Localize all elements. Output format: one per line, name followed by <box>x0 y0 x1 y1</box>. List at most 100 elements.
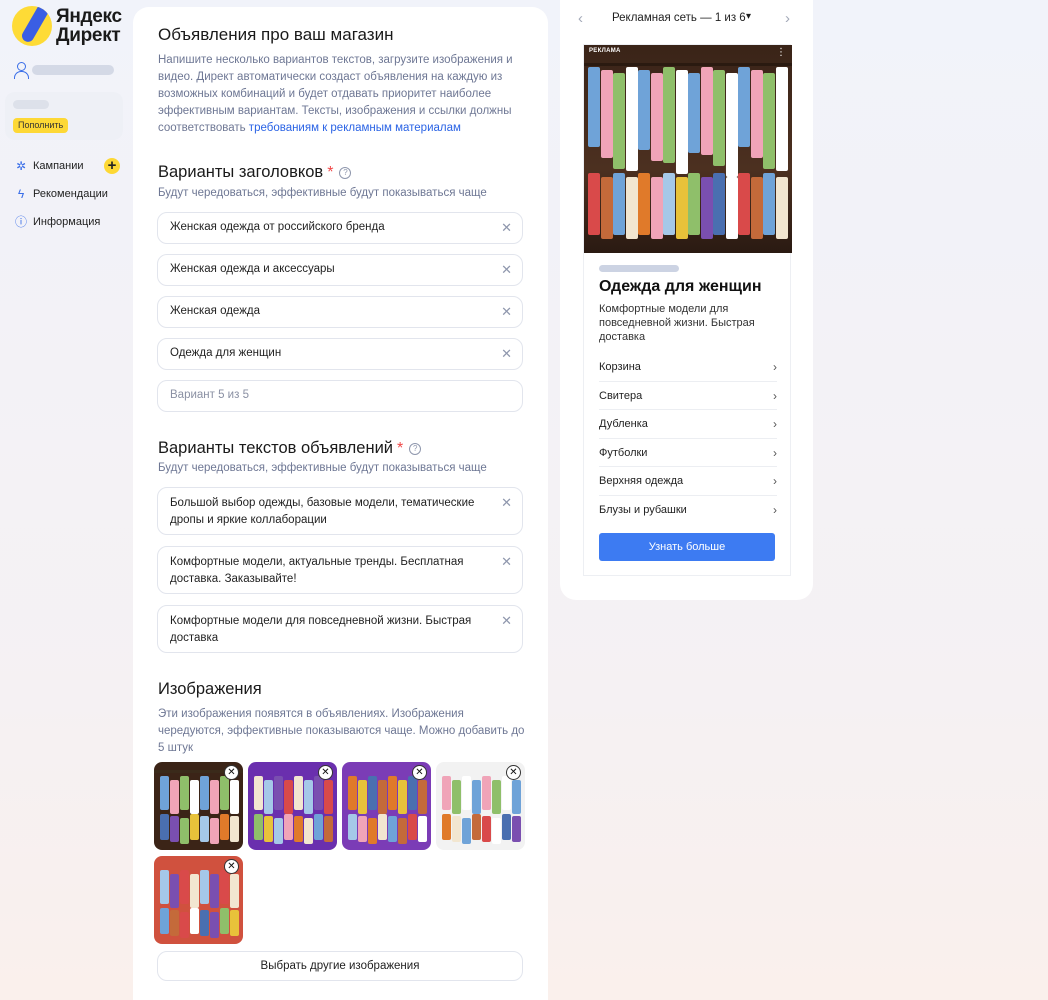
garment-shape <box>492 818 501 844</box>
garment-shape <box>738 67 750 147</box>
user-name-placeholder <box>32 65 114 75</box>
remove-image-icon[interactable]: ✕ <box>224 859 239 874</box>
garment-shape <box>220 776 229 810</box>
clear-icon[interactable]: ✕ <box>501 346 512 362</box>
sidebar-item-label: Рекомендации <box>33 188 108 200</box>
ad-form-card: Объявления про ваш магазин Напишите неск… <box>133 7 548 1000</box>
garment-shape <box>388 776 397 810</box>
ad-text-input-3[interactable]: Комфортные модели для повседневной жизни… <box>157 605 523 653</box>
ad-text-input-1[interactable]: Большой выбор одежды, базовые модели, те… <box>157 487 523 535</box>
requirements-link[interactable]: требованиям к рекламным материалам <box>249 122 461 134</box>
garment-shape <box>388 816 397 842</box>
sidebar-nav: ✲ Кампании + ϟ Рекомендации ⓘ Информация <box>14 152 126 236</box>
form-description: Напишите несколько вариантов текстов, за… <box>158 52 518 137</box>
pick-images-button[interactable]: Выбрать другие изображения <box>157 951 523 981</box>
help-icon[interactable]: ? <box>339 166 352 179</box>
images-subtitle: Эти изображения появятся в объявлениях. … <box>158 708 525 754</box>
garment-shape <box>180 776 189 810</box>
garment-shape <box>190 874 199 908</box>
learn-more-button[interactable]: Узнать больше <box>599 533 775 561</box>
garment-shape <box>160 908 169 934</box>
clear-icon[interactable]: ✕ <box>501 495 512 511</box>
image-thumb[interactable]: ✕ <box>154 762 243 850</box>
headline-input-3[interactable]: Женская одежда ✕ <box>157 296 523 328</box>
preview-format-title[interactable]: Рекламная сеть — 1 из 6 <box>612 12 746 24</box>
ad-text-value[interactable]: Большой выбор одежды, базовые модели, те… <box>170 495 490 529</box>
garment-shape <box>294 776 303 810</box>
garment-shape <box>625 67 638 171</box>
yandex-direct-logo[interactable]: Яндекс Директ <box>12 6 122 46</box>
topup-button[interactable]: Пополнить <box>13 118 69 133</box>
user-account[interactable] <box>14 62 114 79</box>
garment-shape <box>688 73 700 153</box>
clear-icon[interactable]: ✕ <box>501 554 512 570</box>
garment-shape <box>763 173 775 235</box>
add-campaign-button[interactable]: + <box>104 158 120 174</box>
garment-shape <box>220 814 229 840</box>
garment-shape <box>663 67 675 163</box>
headline-value[interactable]: Женская одежда от российского бренда <box>170 221 385 233</box>
garment-shape <box>502 814 511 840</box>
sitelink[interactable]: Корзина › <box>599 353 777 382</box>
sitelink[interactable]: Блузы и рубашки › <box>599 496 777 525</box>
images-title: Изображения <box>158 680 262 698</box>
help-icon[interactable]: ? <box>409 442 422 455</box>
image-thumb[interactable]: ✕ <box>154 856 243 944</box>
garment-shape <box>408 814 417 840</box>
sitelink-label: Свитера <box>599 389 643 402</box>
garment-shape <box>210 874 219 908</box>
headline-value[interactable]: Женская одежда <box>170 305 260 317</box>
sitelink[interactable]: Футболки › <box>599 439 777 468</box>
remove-image-icon[interactable]: ✕ <box>318 765 333 780</box>
remove-image-icon[interactable]: ✕ <box>412 765 427 780</box>
garment-shape <box>502 776 511 810</box>
preview-nav: ‹ Рекламная сеть — 1 из 6 ▾ › <box>560 10 813 28</box>
clear-icon[interactable]: ✕ <box>501 220 512 236</box>
garment-shape <box>254 814 263 840</box>
headline-input-1[interactable]: Женская одежда от российского бренда ✕ <box>157 212 523 244</box>
image-thumb[interactable]: ✕ <box>436 762 525 850</box>
texts-title: Варианты текстов объявлений * ? <box>158 439 422 458</box>
garment-shape <box>274 776 283 810</box>
clear-icon[interactable]: ✕ <box>501 304 512 320</box>
sitelink[interactable]: Верхняя одежда › <box>599 467 777 496</box>
headline-value[interactable]: Одежда для женщин <box>170 347 281 359</box>
sidebar-item-campaigns[interactable]: ✲ Кампании + <box>14 152 126 180</box>
more-icon[interactable]: ⋮ <box>776 47 786 58</box>
garment-shape <box>200 910 209 936</box>
garment-shape <box>688 173 700 235</box>
headline-placeholder[interactable]: Вариант 5 из 5 <box>170 389 249 401</box>
chevron-left-icon[interactable]: ‹ <box>578 10 583 27</box>
image-thumb[interactable]: ✕ <box>248 762 337 850</box>
sidebar-item-info[interactable]: ⓘ Информация <box>14 208 126 236</box>
clear-icon[interactable]: ✕ <box>501 262 512 278</box>
ad-text-value[interactable]: Комфортные модели, актуальные тренды. Бе… <box>170 554 490 588</box>
garment-shape <box>512 780 521 814</box>
clear-icon[interactable]: ✕ <box>501 613 512 629</box>
garment-shape <box>472 814 481 840</box>
headline-value[interactable]: Женская одежда и аксессуары <box>170 263 335 275</box>
sidebar-item-recommendations[interactable]: ϟ Рекомендации <box>14 180 126 208</box>
headline-input-5[interactable]: Вариант 5 из 5 <box>157 380 523 412</box>
image-thumb[interactable]: ✕ <box>342 762 431 850</box>
garment-shape <box>304 818 313 844</box>
garment-shape <box>452 780 461 814</box>
garment-shape <box>442 814 451 840</box>
garment-shape <box>220 908 229 934</box>
headline-input-2[interactable]: Женская одежда и аксессуары ✕ <box>157 254 523 286</box>
chevron-right-icon: › <box>773 445 777 460</box>
ad-text-value[interactable]: Комфортные модели для повседневной жизни… <box>170 613 490 647</box>
sitelink[interactable]: Свитера › <box>599 382 777 411</box>
remove-image-icon[interactable]: ✕ <box>224 765 239 780</box>
chevron-down-icon[interactable]: ▾ <box>746 11 751 22</box>
garment-shape <box>210 780 219 814</box>
remove-image-icon[interactable]: ✕ <box>506 765 521 780</box>
sitelink[interactable]: Дубленка › <box>599 410 777 439</box>
garment-shape <box>675 177 688 239</box>
garment-shape <box>378 814 387 840</box>
garment-shape <box>775 67 788 171</box>
required-mark: * <box>327 163 334 181</box>
ad-text-input-2[interactable]: Комфортные модели, актуальные тренды. Бе… <box>157 546 523 594</box>
headline-input-4[interactable]: Одежда для женщин ✕ <box>157 338 523 370</box>
chevron-right-icon[interactable]: › <box>785 10 790 27</box>
